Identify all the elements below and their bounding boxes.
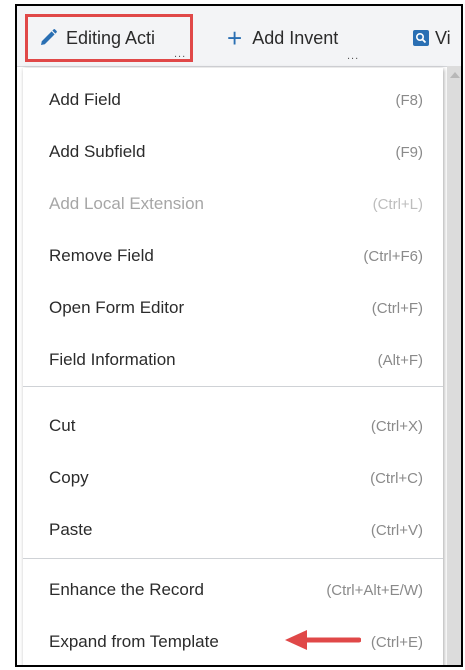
menu-item-shortcut: (Alt+F)	[377, 351, 423, 369]
menu-item-shortcut: (F9)	[395, 143, 424, 161]
menu-item-label: Add Field	[49, 90, 121, 109]
menu-divider	[23, 386, 443, 387]
scroll-up-arrow-icon[interactable]	[450, 72, 460, 78]
menu-item-label: Paste	[49, 520, 93, 539]
menu-item-label: Remove Field	[49, 246, 154, 265]
scrollbar-track[interactable]	[447, 66, 461, 665]
menu-item-label: Open Form Editor	[49, 298, 185, 317]
menu-item-shortcut: (Ctrl+E)	[370, 633, 423, 651]
menu-item-label: Add Local Extension	[49, 194, 204, 213]
plus-icon: +	[227, 23, 243, 53]
menu-item-add-subfield[interactable]: Add Subfield (F9)	[23, 126, 443, 178]
menu-item-shortcut: (Ctrl+V)	[370, 521, 423, 539]
add-inventory-button[interactable]: + Add Invent ...	[227, 20, 358, 62]
add-inventory-ellipsis: ...	[347, 50, 360, 62]
menu-item-shortcut: (Ctrl+C)	[370, 469, 423, 487]
arrow-left-icon	[285, 629, 362, 656]
menu-item-add-field[interactable]: Add Field (F8)	[23, 74, 443, 126]
menu-item-label: Cut	[49, 416, 76, 435]
menu-item-open-form-editor[interactable]: Open Form Editor (Ctrl+F)	[23, 282, 443, 334]
menu-item-remove-field[interactable]: Remove Field (Ctrl+F6)	[23, 230, 443, 282]
menu-item-shortcut: (Ctrl+X)	[370, 417, 423, 435]
menu-item-cut[interactable]: Cut (Ctrl+X)	[23, 400, 443, 452]
app-window: Editing Acti ... + Add Invent ... Vi Add…	[15, 4, 463, 667]
menu-item-shortcut: (Ctrl+F)	[371, 299, 423, 317]
editing-actions-ellipsis: ...	[174, 48, 187, 60]
menu-item-shortcut: (Ctrl+Alt+E/W)	[326, 581, 423, 599]
menu-item-add-local-extension: Add Local Extension (Ctrl+L)	[23, 178, 443, 230]
menu-item-label: Enhance the Record	[49, 580, 204, 599]
menu-item-paste[interactable]: Paste (Ctrl+V)	[23, 504, 443, 556]
view-label: Vi	[435, 27, 451, 48]
toolbar: Editing Acti ... + Add Invent ... Vi	[17, 6, 461, 67]
menu-item-field-information[interactable]: Field Information (Alt+F)	[23, 334, 443, 386]
menu-item-shortcut: (Ctrl+L)	[372, 195, 423, 213]
menu-item-label: Copy	[49, 468, 89, 487]
menu-item-shortcut: (F8)	[395, 91, 424, 109]
menu-item-expand-from-template[interactable]: Expand from Template (Ctrl+E)	[23, 616, 443, 665]
search-icon	[413, 30, 429, 46]
menu-item-label: Expand from Template	[49, 632, 219, 651]
add-inventory-label: Add Invent	[252, 27, 339, 48]
editing-actions-button[interactable]: Editing Acti ...	[25, 14, 193, 62]
pencil-icon	[38, 28, 58, 48]
menu-item-label: Field Information	[49, 350, 176, 369]
editing-actions-label: Editing Acti	[66, 27, 156, 48]
view-button[interactable]: Vi	[413, 20, 451, 56]
menu-item-copy[interactable]: Copy (Ctrl+C)	[23, 452, 443, 504]
menu-item-shortcut: (Ctrl+F6)	[363, 247, 423, 265]
menu-item-label: Add Subfield	[49, 142, 146, 161]
menu-divider	[23, 558, 443, 559]
editing-actions-menu: Add Field (F8) Add Subfield (F9) Add Loc…	[23, 68, 443, 665]
menu-item-enhance-record[interactable]: Enhance the Record (Ctrl+Alt+E/W)	[23, 564, 443, 616]
